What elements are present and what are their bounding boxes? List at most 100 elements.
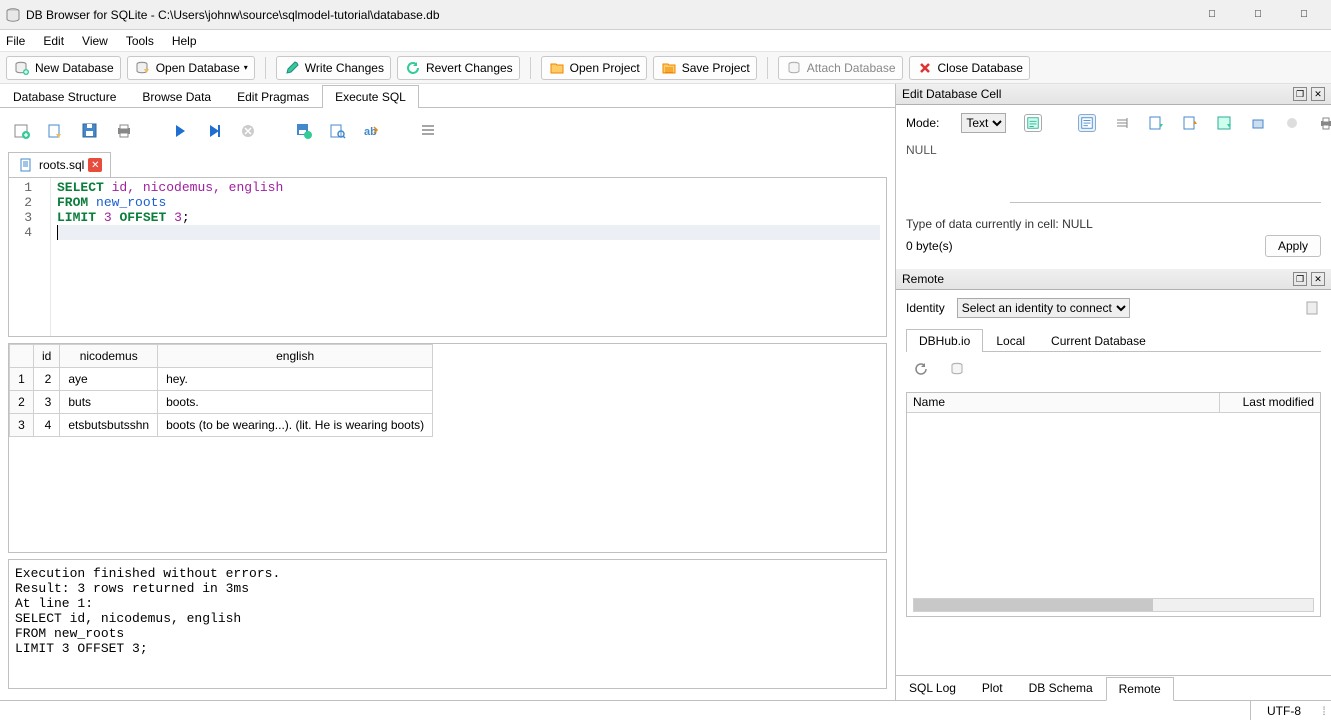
execution-log[interactable]: Execution finished without errors. Resul…	[8, 559, 887, 689]
menu-edit[interactable]: Edit	[43, 34, 64, 48]
open-database-button[interactable]: Open Database ▾	[127, 56, 255, 80]
save-project-icon	[660, 59, 678, 77]
execute-line-icon[interactable]	[204, 121, 224, 141]
write-changes-button[interactable]: Write Changes	[276, 56, 391, 80]
new-tab-icon[interactable]	[12, 121, 32, 141]
sql-toolbar: ab	[8, 116, 887, 146]
identity-select[interactable]: Select an identity to connect	[957, 298, 1130, 318]
new-database-icon	[13, 59, 31, 77]
tab-database-structure[interactable]: Database Structure	[0, 85, 129, 108]
open-file-icon[interactable]	[46, 121, 66, 141]
find-icon[interactable]	[328, 121, 348, 141]
undock-icon[interactable]: ❐	[1293, 87, 1307, 101]
tab-sql-log[interactable]: SQL Log	[896, 676, 969, 700]
remote-file-list[interactable]: Name Last modified	[906, 392, 1321, 617]
refresh-icon[interactable]	[912, 360, 930, 378]
main-toolbar: New Database Open Database ▾ Write Chang…	[0, 52, 1331, 84]
minimize-button[interactable]: 	[1189, 0, 1235, 30]
null-icon[interactable]	[1216, 114, 1232, 132]
close-tab-icon[interactable]: ✕	[88, 158, 102, 172]
tab-db-schema[interactable]: DB Schema	[1016, 676, 1106, 700]
find-replace-icon[interactable]: ab	[362, 121, 382, 141]
resize-grip-icon[interactable]: ⁞	[1317, 704, 1331, 718]
bottom-panel-tabs: SQL Log Plot DB Schema Remote	[896, 675, 1331, 700]
import-icon[interactable]	[1148, 114, 1164, 132]
table-row[interactable]: 2 3 buts boots.	[10, 391, 433, 414]
tab-dbhub[interactable]: DBHub.io	[906, 329, 983, 352]
tab-browse-data[interactable]: Browse Data	[129, 85, 224, 108]
tab-plot[interactable]: Plot	[969, 676, 1016, 700]
edit-cell-panel-header: Edit Database Cell ❐ ✕	[896, 84, 1331, 105]
table-row[interactable]: 1 2 aye hey.	[10, 368, 433, 391]
app-icon	[4, 6, 22, 24]
results-header-nicodemus[interactable]: nicodemus	[60, 345, 158, 368]
table-row[interactable]: 3 4 etsbutsbutsshn boots (to be wearing.…	[10, 414, 433, 437]
save-results-icon[interactable]	[294, 121, 314, 141]
tab-local[interactable]: Local	[983, 329, 1038, 352]
certificate-icon[interactable]	[1303, 299, 1321, 317]
rtl-icon[interactable]	[1114, 114, 1130, 132]
undock-icon[interactable]: ❐	[1293, 272, 1307, 286]
print-cell-icon[interactable]	[1318, 114, 1331, 132]
maximize-button[interactable]: 	[1235, 0, 1281, 30]
titlebar: DB Browser for SQLite - C:\Users\johnw\s…	[0, 0, 1331, 30]
format-icon[interactable]	[1024, 114, 1042, 132]
attach-database-icon	[785, 59, 803, 77]
clear-icon[interactable]	[1284, 114, 1300, 132]
main-tabs: Database Structure Browse Data Edit Prag…	[0, 84, 895, 108]
save-project-button[interactable]: Save Project	[653, 56, 757, 80]
menubar: File Edit View Tools Help	[0, 30, 1331, 52]
results-header-english[interactable]: english	[158, 345, 433, 368]
encoding-indicator[interactable]: UTF-8	[1250, 701, 1317, 720]
sql-editor[interactable]: 1 2 3 4 SELECT id, nicodemus, englishFRO…	[8, 177, 887, 337]
close-button[interactable]: 	[1281, 0, 1327, 30]
file-tabs: roots.sql ✕	[8, 152, 887, 177]
menu-view[interactable]: View	[82, 34, 108, 48]
open-database-icon	[134, 59, 152, 77]
export-icon[interactable]	[1182, 114, 1198, 132]
cell-editor[interactable]	[1010, 143, 1321, 203]
menu-tools[interactable]: Tools	[126, 34, 154, 48]
results-corner[interactable]	[10, 345, 34, 368]
editor-gutter: 1 2 3 4	[9, 178, 51, 336]
open-project-button[interactable]: Open Project	[541, 56, 647, 80]
remote-col-modified[interactable]: Last modified	[1220, 393, 1320, 412]
close-panel-icon[interactable]: ✕	[1311, 272, 1325, 286]
file-tab-roots[interactable]: roots.sql ✕	[8, 152, 111, 177]
revert-changes-button[interactable]: Revert Changes	[397, 56, 520, 80]
attach-database-button[interactable]: Attach Database	[778, 56, 903, 80]
indent-icon[interactable]	[418, 121, 438, 141]
close-panel-icon[interactable]: ✕	[1311, 87, 1325, 101]
remote-col-name[interactable]: Name	[907, 393, 1220, 412]
print-icon[interactable]	[114, 121, 134, 141]
remote-tabs: DBHub.io Local Current Database	[906, 328, 1321, 352]
mode-select[interactable]: Text	[961, 113, 1006, 133]
mode-label: Mode:	[906, 116, 939, 130]
results-header-id[interactable]: id	[34, 345, 60, 368]
apply-button[interactable]: Apply	[1265, 235, 1321, 257]
tab-edit-pragmas[interactable]: Edit Pragmas	[224, 85, 322, 108]
remote-panel-header: Remote ❐ ✕	[896, 269, 1331, 290]
clone-icon[interactable]	[948, 360, 966, 378]
open-external-icon[interactable]	[1250, 114, 1266, 132]
new-database-button[interactable]: New Database	[6, 56, 121, 80]
save-file-icon[interactable]	[80, 121, 100, 141]
window-title: DB Browser for SQLite - C:\Users\johnw\s…	[26, 8, 440, 22]
scrollbar[interactable]	[913, 598, 1314, 612]
results-table: id nicodemus english 1 2 aye hey. 2 3 bu…	[9, 344, 433, 437]
tab-remote[interactable]: Remote	[1106, 677, 1174, 701]
stop-icon[interactable]	[238, 121, 258, 141]
text-view-icon[interactable]	[1078, 114, 1096, 132]
results-pane[interactable]: id nicodemus english 1 2 aye hey. 2 3 bu…	[8, 343, 887, 553]
file-icon	[17, 156, 35, 174]
separator	[265, 57, 266, 79]
editor-code[interactable]: SELECT id, nicodemus, englishFROM new_ro…	[51, 178, 886, 336]
execute-icon[interactable]	[170, 121, 190, 141]
window-controls:   	[1189, 0, 1327, 30]
text-cursor	[57, 225, 58, 240]
menu-help[interactable]: Help	[172, 34, 197, 48]
tab-current-db[interactable]: Current Database	[1038, 329, 1159, 352]
tab-execute-sql[interactable]: Execute SQL	[322, 85, 419, 108]
menu-file[interactable]: File	[6, 34, 25, 48]
close-database-button[interactable]: Close Database	[909, 56, 1030, 80]
